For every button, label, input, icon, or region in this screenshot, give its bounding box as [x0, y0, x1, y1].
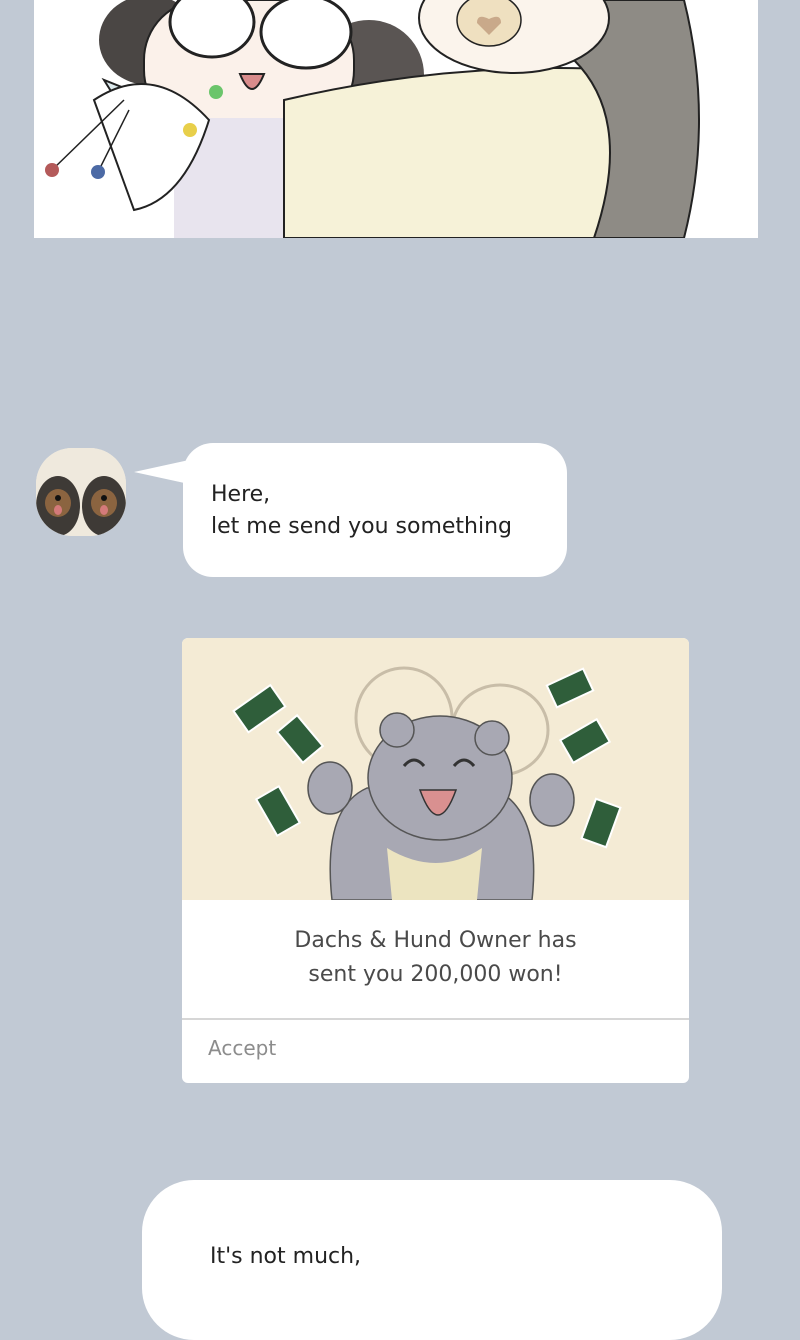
message-bubble: Here, let me send you something: [183, 443, 567, 577]
accept-button[interactable]: Accept: [208, 1036, 276, 1060]
message-line: Here,: [211, 482, 271, 507]
message-bubble: It's not much,: [142, 1180, 722, 1340]
dachshund-pair-avatar-icon: [36, 448, 126, 536]
glasses-lens: [168, 0, 256, 59]
card-divider: [182, 1018, 689, 1020]
message-line: It's not much,: [210, 1244, 362, 1269]
money-transfer-card[interactable]: Dachs & Hund Owner has sent you 200,000 …: [182, 638, 689, 1083]
transfer-message: Dachs & Hund Owner has sent you 200,000 …: [182, 900, 689, 1018]
sender-avatar[interactable]: [36, 448, 126, 536]
glasses-lens: [259, 0, 353, 70]
toy-ball: [91, 165, 105, 179]
comic-illustration-icon: [45, 0, 700, 238]
toy-ball: [209, 85, 223, 99]
message-line: let me send you something: [211, 514, 513, 539]
toy-ball: [45, 163, 59, 177]
toy-ball: [183, 123, 197, 137]
transfer-illustration: [182, 638, 689, 901]
blanket-shape: [283, 67, 636, 238]
transfer-message-line: Dachs & Hund Owner has: [294, 928, 577, 953]
happy-mouse-money-icon: [232, 666, 622, 901]
transfer-message-line: sent you 200,000 won!: [308, 962, 563, 987]
comic-panel: [34, 0, 758, 238]
